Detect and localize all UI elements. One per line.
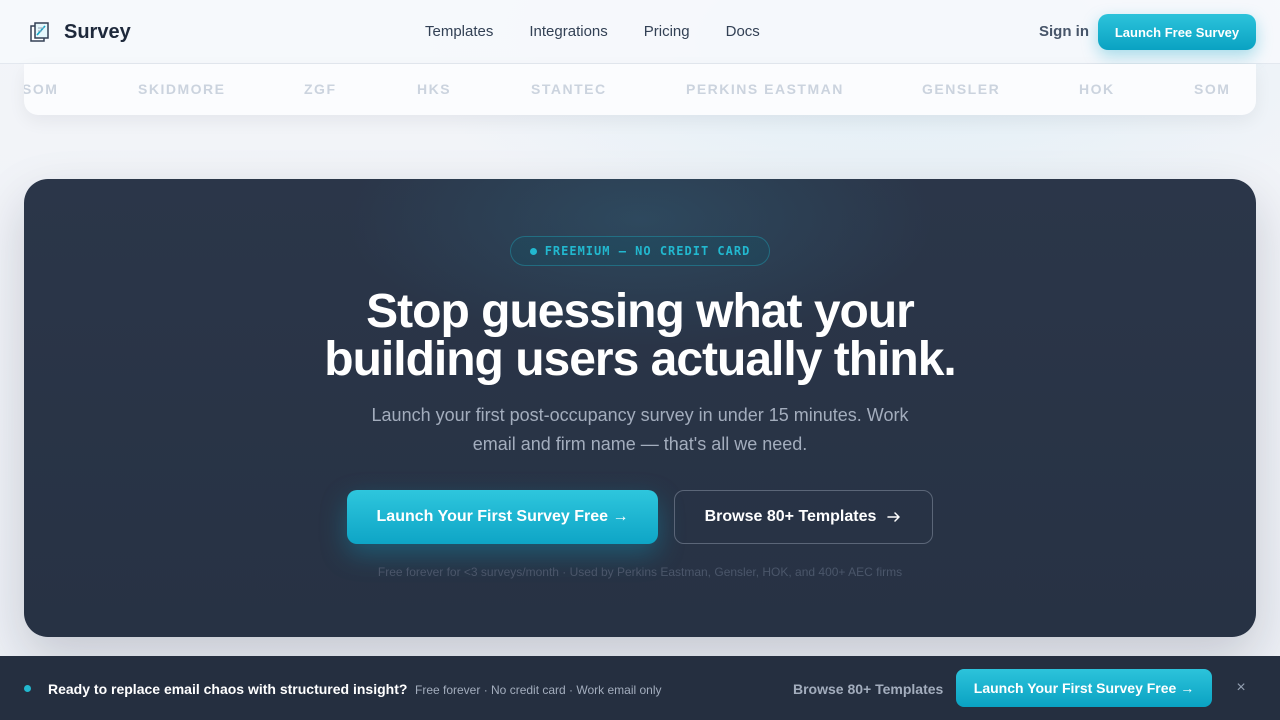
- nav-link-templates[interactable]: Templates: [425, 23, 493, 40]
- client-logo: ZGF: [304, 81, 337, 97]
- close-icon[interactable]: ×: [1233, 679, 1249, 697]
- client-logo-strip: SOM SKIDMORE ZGF HKS STANTEC PERKINS EAS…: [24, 64, 1256, 115]
- nav-link-integrations[interactable]: Integrations: [529, 23, 607, 40]
- sticky-browse-templates-link[interactable]: Browse 80+ Templates: [793, 681, 943, 697]
- status-dot-icon: [529, 247, 537, 255]
- nav-link-docs[interactable]: Docs: [726, 23, 760, 40]
- badge-label: FREEMIUM — NO CREDIT CARD: [544, 244, 751, 258]
- hero-subline: Launch your first post-occupancy survey …: [371, 405, 909, 454]
- headline-line-2: building users actually think.: [324, 333, 956, 386]
- launch-free-survey-button[interactable]: Launch Free Survey: [1098, 14, 1256, 50]
- top-nav: Survey Templates Integrations Pricing Do…: [0, 0, 1280, 64]
- brand[interactable]: Survey: [28, 20, 131, 44]
- client-logo: STANTEC: [531, 81, 607, 97]
- arrow-right-icon: [887, 512, 901, 522]
- freemium-badge: FREEMIUM — NO CREDIT CARD: [510, 236, 770, 266]
- nav-link-pricing[interactable]: Pricing: [644, 23, 690, 40]
- sticky-launch-survey-button[interactable]: Launch Your First Survey Free →: [956, 669, 1212, 707]
- hero-fineprint: Free forever for <3 surveys/month · Used…: [377, 565, 903, 579]
- client-logo: HOK: [1079, 81, 1115, 97]
- browse-templates-label: Browse 80+ Templates: [704, 508, 877, 525]
- sign-in-link[interactable]: Sign in: [1039, 23, 1089, 40]
- client-logo: GENSLER: [922, 81, 1001, 97]
- sticky-message: Ready to replace email chaos with struct…: [48, 681, 408, 697]
- headline-line-1: Stop guessing what your: [366, 285, 915, 338]
- sticky-cta-bar: Ready to replace email chaos with struct…: [0, 656, 1280, 720]
- sticky-meta: Free forever · No credit card · Work ema…: [415, 683, 662, 697]
- client-logo: PERKINS EASTMAN: [686, 81, 844, 97]
- client-logo: SKIDMORE: [138, 81, 226, 97]
- blueprint-logo-icon: [30, 22, 49, 42]
- pulse-dot-icon: [24, 685, 31, 692]
- hero-headline: Stop guessing what your building users a…: [24, 288, 1256, 384]
- launch-first-survey-button[interactable]: Launch Your First Survey Free →: [347, 490, 658, 544]
- client-logo: SOM: [1194, 81, 1231, 97]
- client-logo: SOM: [24, 81, 59, 97]
- nav-links: Templates Integrations Pricing Docs: [425, 23, 796, 40]
- brand-name: Survey: [64, 20, 131, 43]
- browse-templates-button[interactable]: Browse 80+ Templates: [674, 490, 933, 544]
- hero-section: FREEMIUM — NO CREDIT CARD Stop guessing …: [24, 179, 1256, 637]
- client-logo: HKS: [417, 81, 452, 97]
